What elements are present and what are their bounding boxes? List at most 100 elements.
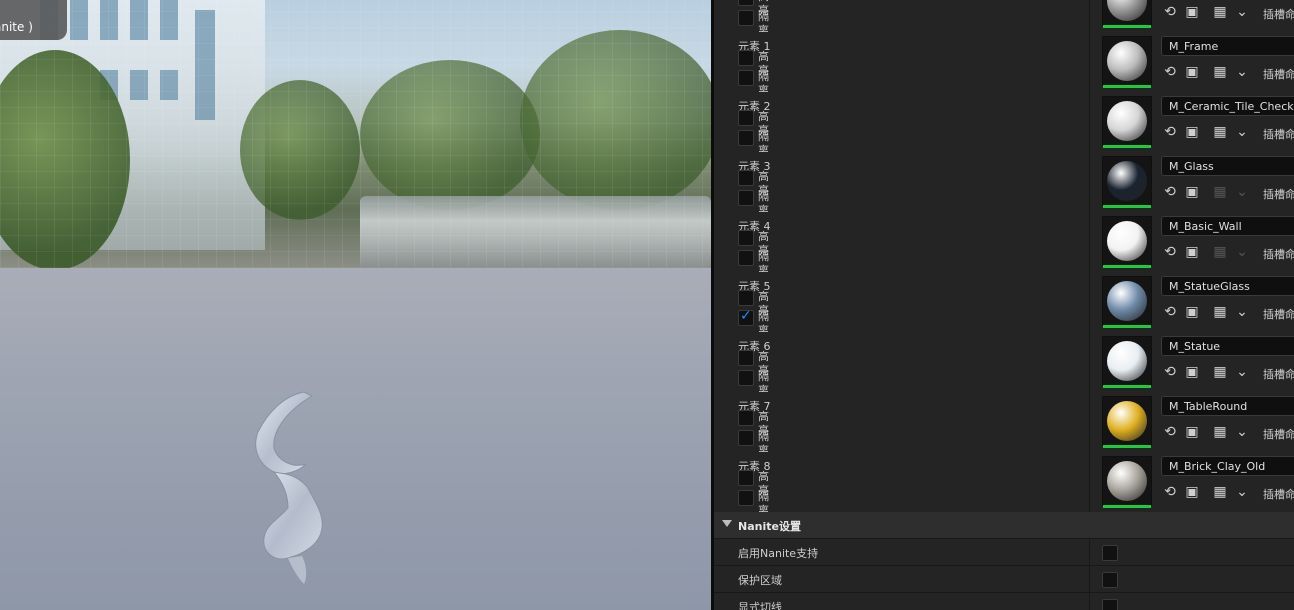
material-asset-picker[interactable]: M_Ceramic_Tile_Checker bbox=[1161, 96, 1294, 116]
chevron-down-icon[interactable]: ⌄ bbox=[1234, 364, 1250, 380]
nanite-settings-header[interactable]: Nanite设置 bbox=[714, 512, 1294, 539]
material-options-checker-icon[interactable]: ▦ bbox=[1212, 304, 1228, 320]
use-selected-asset-icon[interactable]: ⟲ bbox=[1162, 484, 1178, 500]
material-thumbnail[interactable] bbox=[1102, 156, 1152, 208]
isolate-checkbox[interactable] bbox=[738, 490, 754, 506]
material-asset-picker[interactable]: M_Frame bbox=[1161, 36, 1294, 56]
use-selected-asset-icon[interactable]: ⟲ bbox=[1162, 124, 1178, 140]
material-thumbnail[interactable] bbox=[1102, 396, 1152, 448]
material-asset-picker[interactable]: M_Brick_Clay_Old bbox=[1161, 456, 1294, 476]
nanite-settings-title: Nanite设置 bbox=[738, 520, 801, 533]
isolate-checkbox[interactable] bbox=[738, 190, 754, 206]
browse-to-asset-icon[interactable]: ▣ bbox=[1184, 244, 1200, 260]
material-asset-picker[interactable]: M_Statue bbox=[1161, 336, 1294, 356]
material-options-checker-icon[interactable]: ▦ bbox=[1212, 484, 1228, 500]
browse-to-asset-icon[interactable]: ▣ bbox=[1184, 64, 1200, 80]
material-asset-picker[interactable]: M_Basic_Wall bbox=[1161, 216, 1294, 236]
browse-to-asset-icon[interactable]: ▣ bbox=[1184, 304, 1200, 320]
column-divider[interactable] bbox=[1089, 332, 1090, 392]
use-selected-asset-icon[interactable]: ⟲ bbox=[1162, 184, 1178, 200]
material-slot-row: 元素 5高亮隔离M_StatueGlass⟲▣▦⌄插槽命 bbox=[714, 272, 1294, 337]
column-divider[interactable] bbox=[1089, 152, 1090, 212]
viewport-tab[interactable]: anite ) bbox=[0, 0, 67, 40]
thumbnail-status-bar bbox=[1103, 325, 1151, 328]
chevron-down-icon[interactable]: ⌄ bbox=[1234, 4, 1250, 20]
isolate-checkbox[interactable] bbox=[738, 70, 754, 86]
column-divider[interactable] bbox=[1089, 212, 1090, 272]
material-options-checker-icon[interactable]: ▦ bbox=[1212, 364, 1228, 380]
collapse-arrow-icon[interactable] bbox=[722, 520, 732, 527]
glass-statue-mesh[interactable] bbox=[244, 388, 334, 588]
material-thumbnail[interactable] bbox=[1102, 36, 1152, 88]
material-options-checker-icon[interactable]: ▦ bbox=[1212, 244, 1228, 260]
column-divider[interactable] bbox=[1089, 392, 1090, 452]
use-selected-asset-icon[interactable]: ⟲ bbox=[1162, 364, 1178, 380]
slot-name-label: 插槽命 bbox=[1263, 68, 1294, 81]
use-selected-asset-icon[interactable]: ⟲ bbox=[1162, 424, 1178, 440]
chevron-down-icon[interactable]: ⌄ bbox=[1234, 304, 1250, 320]
use-selected-asset-icon[interactable]: ⟲ bbox=[1162, 64, 1178, 80]
material-asset-picker[interactable]: M_StatueGlass bbox=[1161, 276, 1294, 296]
isolate-checkbox[interactable] bbox=[738, 370, 754, 386]
browse-to-asset-icon[interactable]: ▣ bbox=[1184, 4, 1200, 20]
details-panel: 高亮隔离⟲▣▦⌄插槽命元素 1高亮隔离M_Frame⟲▣▦⌄插槽命元素 2高亮隔… bbox=[714, 0, 1294, 610]
chevron-down-icon[interactable]: ⌄ bbox=[1234, 64, 1250, 80]
use-selected-asset-icon[interactable]: ⟲ bbox=[1162, 244, 1178, 260]
explicit-tangents-checkbox[interactable] bbox=[1102, 599, 1118, 610]
material-slot-row: 元素 3 高亮 隔离 M_Glass ⟲ ▣ ▦ ⌄ 插槽命 bbox=[714, 152, 1294, 217]
column-divider[interactable] bbox=[1089, 92, 1090, 152]
isolate-checkbox[interactable] bbox=[738, 250, 754, 266]
highlight-checkbox[interactable] bbox=[738, 410, 754, 426]
browse-to-asset-icon[interactable]: ▣ bbox=[1184, 184, 1200, 200]
thumbnail-status-bar bbox=[1103, 145, 1151, 148]
material-options-checker-icon[interactable]: ▦ bbox=[1212, 64, 1228, 80]
highlight-checkbox[interactable] bbox=[738, 290, 754, 306]
chevron-down-icon[interactable]: ⌄ bbox=[1234, 424, 1250, 440]
chevron-down-icon[interactable]: ⌄ bbox=[1234, 244, 1250, 260]
column-divider[interactable] bbox=[1089, 272, 1090, 332]
property-label: 显式切线 bbox=[738, 601, 782, 610]
material-asset-picker[interactable]: M_Glass bbox=[1161, 156, 1294, 176]
isolate-checkbox[interactable] bbox=[738, 10, 754, 26]
browse-to-asset-icon[interactable]: ▣ bbox=[1184, 364, 1200, 380]
highlight-checkbox[interactable] bbox=[738, 470, 754, 486]
highlight-checkbox[interactable] bbox=[738, 350, 754, 366]
material-preview-sphere bbox=[1107, 0, 1147, 21]
highlight-checkbox[interactable] bbox=[738, 50, 754, 66]
use-selected-asset-icon[interactable]: ⟲ bbox=[1162, 304, 1178, 320]
material-thumbnail[interactable] bbox=[1102, 336, 1152, 388]
isolate-checkbox[interactable] bbox=[738, 430, 754, 446]
level-viewport[interactable]: anite ) bbox=[0, 0, 711, 610]
material-asset-picker[interactable]: M_TableRound bbox=[1161, 396, 1294, 416]
highlight-checkbox[interactable] bbox=[738, 230, 754, 246]
material-thumbnail[interactable] bbox=[1102, 456, 1152, 508]
column-divider[interactable] bbox=[1089, 32, 1090, 92]
chevron-down-icon[interactable]: ⌄ bbox=[1234, 484, 1250, 500]
material-options-checker-icon[interactable]: ▦ bbox=[1212, 184, 1228, 200]
column-divider[interactable] bbox=[1089, 0, 1090, 32]
material-thumbnail[interactable] bbox=[1102, 96, 1152, 148]
viewport-ground bbox=[0, 268, 711, 610]
enable-nanite-checkbox[interactable] bbox=[1102, 545, 1118, 561]
material-options-checker-icon[interactable]: ▦ bbox=[1212, 424, 1228, 440]
highlight-checkbox[interactable] bbox=[738, 0, 754, 6]
material-thumbnail[interactable] bbox=[1102, 216, 1152, 268]
isolate-checkbox[interactable] bbox=[738, 308, 754, 326]
preserve-area-checkbox[interactable] bbox=[1102, 572, 1118, 588]
property-label: 保护区域 bbox=[738, 574, 782, 587]
material-thumbnail[interactable] bbox=[1102, 0, 1152, 28]
thumbnail-status-bar bbox=[1103, 25, 1151, 28]
column-divider[interactable] bbox=[1089, 452, 1090, 512]
use-selected-asset-icon[interactable]: ⟲ bbox=[1162, 4, 1178, 20]
material-options-checker-icon[interactable]: ▦ bbox=[1212, 124, 1228, 140]
highlight-checkbox[interactable] bbox=[738, 170, 754, 186]
material-thumbnail[interactable] bbox=[1102, 276, 1152, 328]
highlight-checkbox[interactable] bbox=[738, 110, 754, 126]
chevron-down-icon[interactable]: ⌄ bbox=[1234, 124, 1250, 140]
chevron-down-icon[interactable]: ⌄ bbox=[1234, 184, 1250, 200]
browse-to-asset-icon[interactable]: ▣ bbox=[1184, 484, 1200, 500]
browse-to-asset-icon[interactable]: ▣ bbox=[1184, 424, 1200, 440]
material-options-checker-icon[interactable]: ▦ bbox=[1212, 4, 1228, 20]
isolate-checkbox[interactable] bbox=[738, 130, 754, 146]
browse-to-asset-icon[interactable]: ▣ bbox=[1184, 124, 1200, 140]
